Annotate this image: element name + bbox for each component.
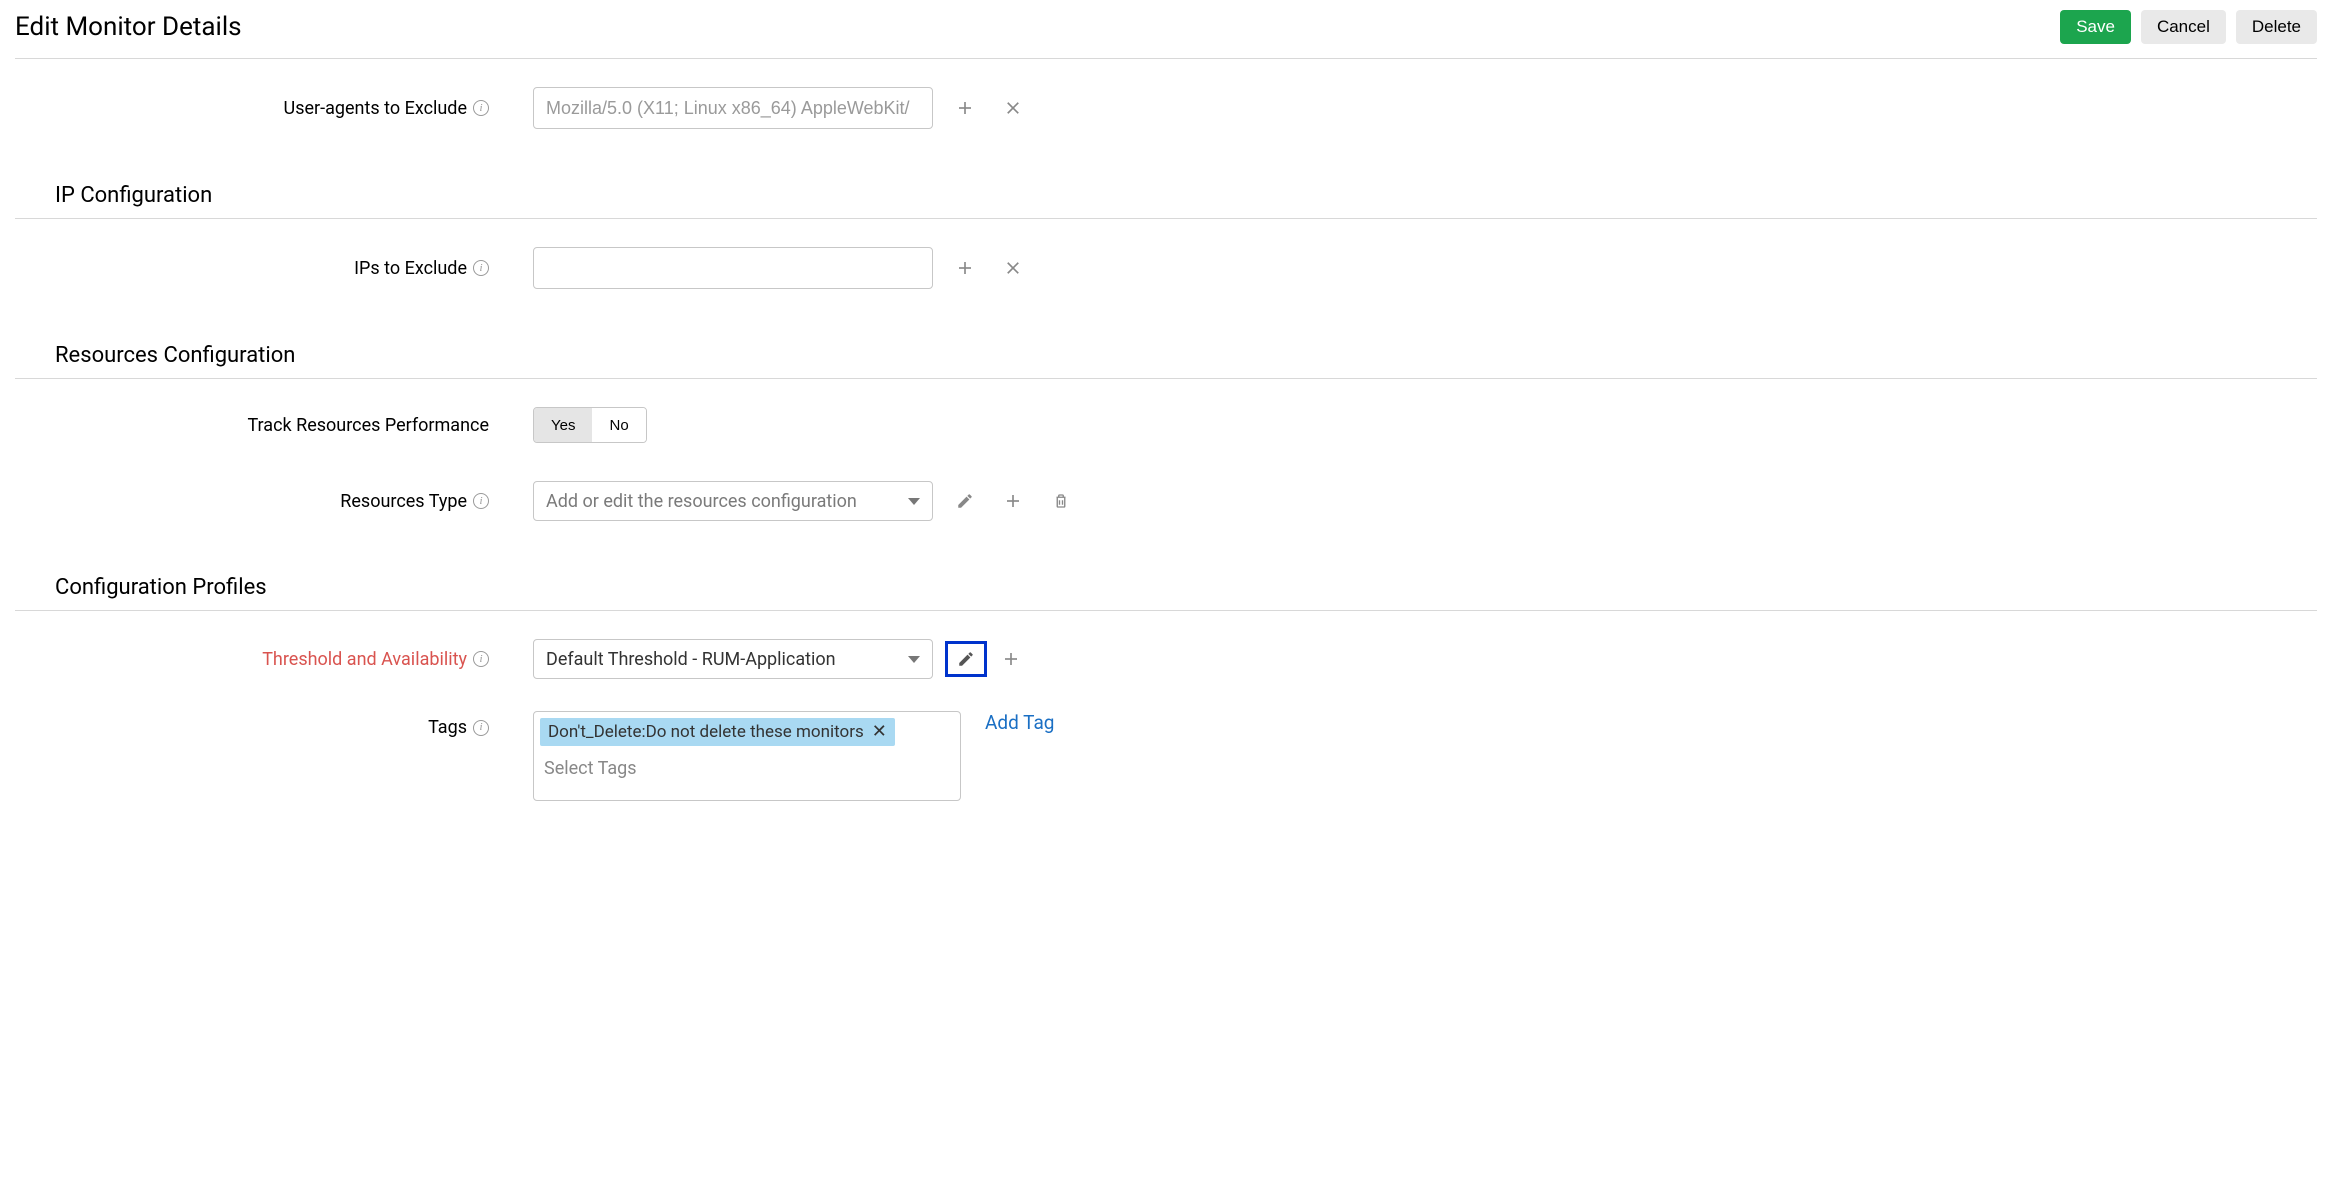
chevron-down-icon xyxy=(908,498,920,505)
threshold-edit-highlight xyxy=(945,641,987,677)
plus-icon[interactable] xyxy=(953,256,977,280)
ips-exclude-icons xyxy=(953,256,1025,280)
info-icon[interactable]: i xyxy=(473,260,489,276)
plus-icon[interactable] xyxy=(953,96,977,120)
user-agents-input[interactable] xyxy=(533,87,933,129)
track-resources-label-text: Track Resources Performance xyxy=(247,415,489,436)
page-title: Edit Monitor Details xyxy=(15,12,242,42)
pencil-icon[interactable] xyxy=(954,647,978,671)
info-icon[interactable]: i xyxy=(473,720,489,736)
add-tag-link[interactable]: Add Tag xyxy=(985,711,1054,734)
plus-icon[interactable] xyxy=(999,647,1023,671)
tags-label-text: Tags xyxy=(428,717,467,738)
resources-type-icons xyxy=(953,489,1073,513)
threshold-controls: Default Threshold - RUM-Application xyxy=(495,639,1023,679)
resources-type-controls: Add or edit the resources configuration xyxy=(495,481,1073,521)
resources-type-select[interactable]: Add or edit the resources configuration xyxy=(533,481,933,521)
toggle-no[interactable]: No xyxy=(592,408,645,442)
ips-exclude-label: IPs to Exclude i xyxy=(15,258,495,279)
trash-icon[interactable] xyxy=(1049,489,1073,513)
tags-row: Tags i Don't_Delete:Do not delete these … xyxy=(15,689,2317,811)
track-resources-row: Track Resources Performance Yes No xyxy=(15,397,2317,453)
threshold-row: Threshold and Availability i Default Thr… xyxy=(15,629,2317,689)
tag-chip: Don't_Delete:Do not delete these monitor… xyxy=(540,718,895,746)
header-buttons: Save Cancel Delete xyxy=(2060,10,2317,44)
user-agents-controls xyxy=(495,87,1025,129)
toggle-yes[interactable]: Yes xyxy=(534,408,592,442)
resources-type-placeholder: Add or edit the resources configuration xyxy=(546,491,857,512)
resources-type-label: Resources Type i xyxy=(15,491,495,512)
user-agents-label-text: User-agents to Exclude xyxy=(284,98,467,119)
close-icon[interactable] xyxy=(1001,256,1025,280)
pencil-icon[interactable] xyxy=(953,489,977,513)
plus-icon[interactable] xyxy=(1001,489,1025,513)
threshold-label-text: Threshold and Availability xyxy=(262,649,467,670)
close-icon[interactable] xyxy=(1001,96,1025,120)
tags-label: Tags i xyxy=(15,711,495,738)
tag-chip-text: Don't_Delete:Do not delete these monitor… xyxy=(548,722,864,742)
save-button[interactable]: Save xyxy=(2060,10,2131,44)
ips-exclude-label-text: IPs to Exclude xyxy=(354,258,467,279)
info-icon[interactable]: i xyxy=(473,100,489,116)
threshold-value: Default Threshold - RUM-Application xyxy=(546,649,836,670)
delete-button[interactable]: Delete xyxy=(2236,10,2317,44)
tags-placeholder: Select Tags xyxy=(540,758,641,783)
threshold-select[interactable]: Default Threshold - RUM-Application xyxy=(533,639,933,679)
chevron-down-icon xyxy=(908,656,920,663)
info-icon[interactable]: i xyxy=(473,651,489,667)
resources-type-row: Resources Type i Add or edit the resourc… xyxy=(15,471,2317,531)
user-agents-label: User-agents to Exclude i xyxy=(15,98,495,119)
resources-config-section-title: Resources Configuration xyxy=(15,335,2317,379)
ips-exclude-controls xyxy=(495,247,1025,289)
ip-config-section-title: IP Configuration xyxy=(15,175,2317,219)
track-resources-controls: Yes No xyxy=(495,407,647,443)
ips-exclude-row: IPs to Exclude i xyxy=(15,237,2317,299)
user-agents-icons xyxy=(953,96,1025,120)
page-header: Edit Monitor Details Save Cancel Delete xyxy=(15,10,2317,59)
user-agents-row: User-agents to Exclude i xyxy=(15,77,2317,139)
cancel-button[interactable]: Cancel xyxy=(2141,10,2226,44)
resources-type-label-text: Resources Type xyxy=(340,491,467,512)
track-resources-toggle: Yes No xyxy=(533,407,647,443)
threshold-label: Threshold and Availability i xyxy=(15,649,495,670)
tags-input-container[interactable]: Don't_Delete:Do not delete these monitor… xyxy=(533,711,961,801)
tags-controls: Don't_Delete:Do not delete these monitor… xyxy=(495,711,1054,801)
close-icon[interactable]: ✕ xyxy=(872,723,887,741)
track-resources-label: Track Resources Performance xyxy=(15,415,495,436)
config-profiles-section-title: Configuration Profiles xyxy=(15,567,2317,611)
info-icon[interactable]: i xyxy=(473,493,489,509)
ips-exclude-input[interactable] xyxy=(533,247,933,289)
